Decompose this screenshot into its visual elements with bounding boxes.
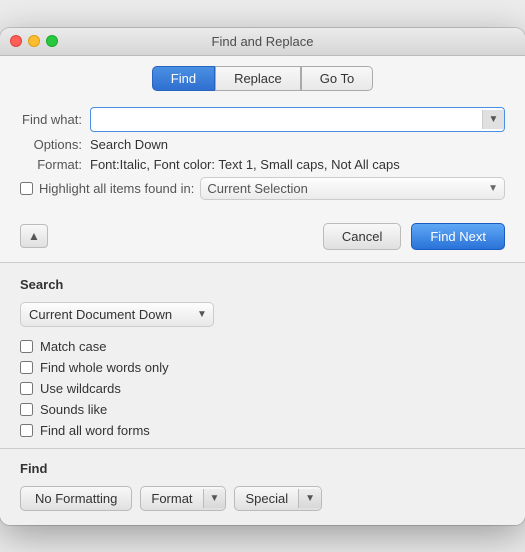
options-label: Options: [20,137,90,152]
checkbox-whole-words: Find whole words only [20,360,505,375]
whole-words-checkbox[interactable] [20,361,33,374]
whole-words-label[interactable]: Find whole words only [40,360,169,375]
search-section-title: Search [20,277,505,292]
tab-goto[interactable]: Go To [301,66,373,91]
window-title: Find and Replace [212,34,314,49]
minimize-button[interactable] [28,35,40,47]
format-label: Format: [20,157,90,172]
options-row: Options: Search Down [20,137,505,152]
highlight-select-wrapper: Current Selection Main Document ▼ [200,177,505,200]
format-value: Font:Italic, Font color: Text 1, Small c… [90,157,400,172]
cancel-button[interactable]: Cancel [323,223,401,250]
word-forms-label[interactable]: Find all word forms [40,423,150,438]
action-row: ▲ Cancel Find Next [0,215,525,262]
format-dropdown-label[interactable]: Format [141,487,202,510]
form-area: Find what: ▼ Options: Search Down Format… [0,99,525,215]
special-dropdown: Special ▼ [234,486,322,511]
titlebar-buttons [10,35,58,47]
maximize-button[interactable] [46,35,58,47]
sounds-like-label[interactable]: Sounds like [40,402,107,417]
toolbar: Find Replace Go To [0,56,525,99]
wildcards-checkbox[interactable] [20,382,33,395]
search-section: Search Current Document Down Current Doc… [0,263,525,448]
format-dropdown-arrow-icon[interactable]: ▼ [203,489,226,508]
search-dropdown[interactable]: Current Document Down Current Document U… [21,303,191,326]
word-forms-checkbox[interactable] [20,424,33,437]
find-input-wrapper: ▼ [90,107,505,132]
highlight-row: Highlight all items found in: Current Se… [20,177,505,200]
titlebar: Find and Replace [0,28,525,56]
search-dropdown-arrow-icon: ▼ [191,305,213,324]
checkbox-match-case: Match case [20,339,505,354]
checkbox-sounds-like: Sounds like [20,402,505,417]
find-next-button[interactable]: Find Next [411,223,505,250]
options-value: Search Down [90,137,168,152]
highlight-checkbox-area: Highlight all items found in: [20,181,194,196]
sounds-like-checkbox[interactable] [20,403,33,416]
format-dropdown: Format ▼ [140,486,226,511]
find-buttons: No Formatting Format ▼ Special ▼ [20,486,505,511]
close-button[interactable] [10,35,22,47]
match-case-label[interactable]: Match case [40,339,106,354]
format-row: Format: Font:Italic, Font color: Text 1,… [20,157,505,172]
find-input[interactable] [91,108,482,131]
collapse-icon: ▲ [28,229,40,243]
find-replace-dialog: Find and Replace Find Replace Go To Find… [0,28,525,525]
highlight-checkbox[interactable] [20,182,33,195]
special-dropdown-label[interactable]: Special [235,487,298,510]
collapse-button[interactable]: ▲ [20,224,48,248]
highlight-label: Highlight all items found in: [39,181,194,196]
highlight-select-arrow-icon: ▼ [482,180,504,197]
find-what-row: Find what: ▼ [20,107,505,132]
tab-find[interactable]: Find [152,66,215,91]
checkbox-word-forms: Find all word forms [20,423,505,438]
wildcards-label[interactable]: Use wildcards [40,381,121,396]
special-dropdown-arrow-icon[interactable]: ▼ [298,489,321,508]
find-what-label: Find what: [20,112,90,127]
search-checkbox-list: Match case Find whole words only Use wil… [20,339,505,438]
find-section: Find No Formatting Format ▼ Special ▼ [0,448,525,525]
find-section-title: Find [20,461,505,476]
no-formatting-button[interactable]: No Formatting [20,486,132,511]
highlight-select[interactable]: Current Selection Main Document [201,178,482,199]
match-case-checkbox[interactable] [20,340,33,353]
checkbox-wildcards: Use wildcards [20,381,505,396]
action-buttons: Cancel Find Next [323,223,505,250]
find-dropdown-arrow[interactable]: ▼ [482,110,504,129]
tab-replace[interactable]: Replace [215,66,301,91]
search-dropdown-wrapper: Current Document Down Current Document U… [20,302,214,327]
